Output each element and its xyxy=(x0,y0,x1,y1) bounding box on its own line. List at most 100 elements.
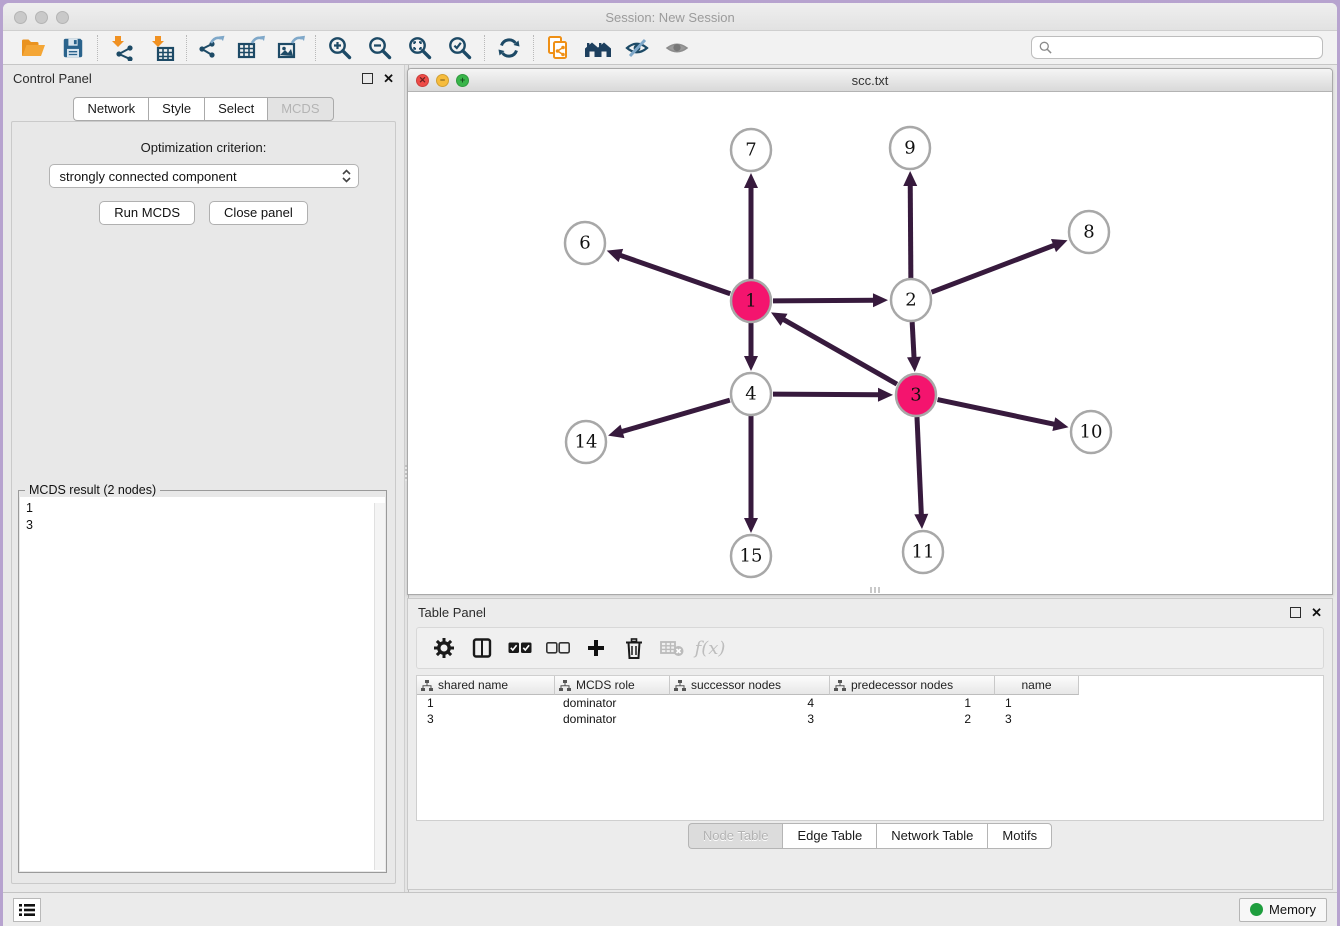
tab-edge-table[interactable]: Edge Table xyxy=(782,823,876,849)
table-toolbar: f(x) xyxy=(416,627,1324,669)
function-builder-button[interactable]: f(x) xyxy=(693,632,727,664)
save-icon xyxy=(61,36,85,60)
delete-table-button[interactable] xyxy=(655,632,689,664)
table-panel: Table Panel ✕ xyxy=(407,598,1333,890)
toolbar-separator xyxy=(315,35,316,61)
control-panel-title: Control Panel xyxy=(13,71,362,86)
tab-node-table[interactable]: Node Table xyxy=(688,823,783,849)
column-header-successor-nodes[interactable]: successor nodes xyxy=(670,676,830,695)
list-icon xyxy=(19,903,35,917)
import-table-button[interactable] xyxy=(142,33,182,63)
column-header-predecessor-nodes[interactable]: predecessor nodes xyxy=(830,676,995,695)
mcds-result-list[interactable]: 1 3 xyxy=(20,497,385,871)
canvas-resize-grip[interactable] xyxy=(870,587,880,593)
graph-edge-3-10[interactable] xyxy=(938,400,1056,425)
import-network-button[interactable] xyxy=(102,33,142,63)
deselect-all-button[interactable] xyxy=(541,632,575,664)
trash-icon xyxy=(625,638,643,659)
toolbar-separator xyxy=(186,35,187,61)
table-settings-button[interactable] xyxy=(427,632,461,664)
float-panel-icon[interactable] xyxy=(362,73,373,84)
graph-edge-1-2[interactable] xyxy=(773,300,875,301)
close-table-panel-icon[interactable]: ✕ xyxy=(1311,606,1322,619)
node-table: shared name MCDS role successor nodes pr… xyxy=(416,675,1324,821)
tab-style[interactable]: Style xyxy=(148,97,204,121)
graph-edge-1-6[interactable] xyxy=(619,255,730,294)
network-window-titlebar[interactable]: scc.txt ✕ − + xyxy=(408,69,1332,92)
graph-node-label-10: 10 xyxy=(1080,422,1103,443)
zoom-selected-button[interactable] xyxy=(440,33,480,63)
export-network-button[interactable] xyxy=(191,33,231,63)
toolbar-separator xyxy=(484,35,485,61)
tab-select[interactable]: Select xyxy=(204,97,267,121)
column-header-shared-name[interactable]: shared name xyxy=(417,676,555,695)
export-image-icon xyxy=(277,35,305,61)
open-folder-icon xyxy=(20,36,46,60)
network-graph[interactable]: 1234678910111415 xyxy=(408,92,1332,594)
close-panel-button[interactable]: Close panel xyxy=(209,201,308,225)
graph-edge-arrowhead xyxy=(607,249,623,262)
table-row[interactable]: 3 dominator 3 2 3 xyxy=(417,711,1323,727)
apply-layout-button[interactable] xyxy=(489,33,529,63)
zoom-in-button[interactable] xyxy=(320,33,360,63)
cell-mcds-role: dominator xyxy=(555,711,670,727)
graph-edge-2-8[interactable] xyxy=(932,245,1056,292)
mcds-scrollbar[interactable] xyxy=(374,503,385,870)
first-neighbors-button[interactable] xyxy=(578,33,618,63)
zoom-selected-icon xyxy=(447,35,473,61)
graph-node-label-14: 14 xyxy=(575,432,598,453)
hide-selected-button[interactable] xyxy=(618,33,658,63)
show-all-button[interactable] xyxy=(658,33,698,63)
graph-edge-4-3[interactable] xyxy=(773,394,880,395)
tab-motifs[interactable]: Motifs xyxy=(987,823,1052,849)
column-header-name[interactable]: name xyxy=(995,676,1079,695)
criterion-select[interactable]: strongly connected component xyxy=(49,164,359,188)
float-table-panel-icon[interactable] xyxy=(1290,607,1301,618)
table-tabs: Node Table Edge Table Network Table Moti… xyxy=(408,823,1332,849)
table-row[interactable]: 1 dominator 4 1 1 xyxy=(417,695,1323,711)
memory-button[interactable]: Memory xyxy=(1239,898,1327,922)
tree-icon xyxy=(834,680,846,691)
cell-shared-name: 3 xyxy=(417,711,555,727)
graph-edge-3-11[interactable] xyxy=(917,417,921,516)
search-icon xyxy=(1039,41,1052,54)
graph-edge-arrowhead xyxy=(744,173,758,188)
graph-edge-4-14[interactable] xyxy=(621,400,730,432)
search-box[interactable] xyxy=(1031,36,1323,59)
control-panel: Control Panel ✕ Network Style Select MCD… xyxy=(3,65,404,892)
graph-edge-2-3[interactable] xyxy=(912,322,914,359)
column-view-button[interactable] xyxy=(465,632,499,664)
cell-successor-nodes: 3 xyxy=(670,711,830,727)
column-header-mcds-role[interactable]: MCDS role xyxy=(555,676,670,695)
export-image-button[interactable] xyxy=(271,33,311,63)
import-network-icon xyxy=(109,35,135,61)
zoom-out-icon xyxy=(367,35,393,61)
save-session-button[interactable] xyxy=(53,33,93,63)
export-table-button[interactable] xyxy=(231,33,271,63)
zoom-out-button[interactable] xyxy=(360,33,400,63)
control-panel-tabs: Network Style Select MCDS xyxy=(3,97,404,121)
run-mcds-button[interactable]: Run MCDS xyxy=(99,201,195,225)
close-panel-icon[interactable]: ✕ xyxy=(383,72,394,85)
delete-column-button[interactable] xyxy=(617,632,651,664)
network-window-title: scc.txt xyxy=(408,73,1332,88)
graph-edge-2-9[interactable] xyxy=(910,184,911,278)
network-canvas[interactable]: 1234678910111415 xyxy=(408,92,1332,594)
search-input[interactable] xyxy=(1057,41,1315,55)
graph-node-label-1: 1 xyxy=(745,291,756,312)
tab-network-table[interactable]: Network Table xyxy=(876,823,987,849)
graph-edge-3-1[interactable] xyxy=(782,319,897,384)
copy-network-icon xyxy=(545,35,571,61)
window-title: Session: New Session xyxy=(3,10,1337,25)
cell-name: 3 xyxy=(995,711,1079,727)
mcds-result-line: 3 xyxy=(26,517,385,534)
add-column-button[interactable] xyxy=(579,632,613,664)
tab-mcds[interactable]: MCDS xyxy=(267,97,333,121)
zoom-fit-button[interactable] xyxy=(400,33,440,63)
tab-network[interactable]: Network xyxy=(73,97,148,121)
copy-network-button[interactable] xyxy=(538,33,578,63)
task-history-button[interactable] xyxy=(13,898,41,922)
select-all-button[interactable] xyxy=(503,632,537,664)
mcds-result-line: 1 xyxy=(26,500,385,517)
open-file-button[interactable] xyxy=(13,33,53,63)
